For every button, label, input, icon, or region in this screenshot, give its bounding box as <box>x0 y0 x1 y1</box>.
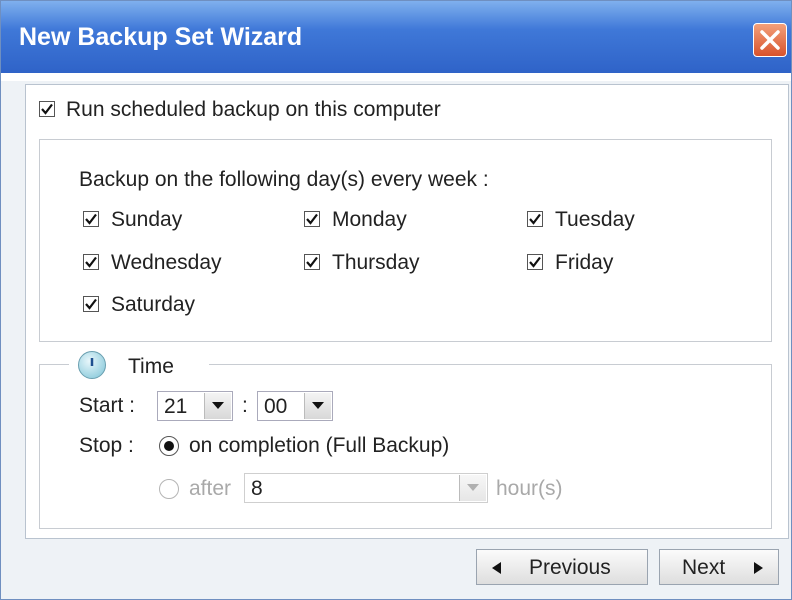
day-monday-checkbox[interactable] <box>304 211 320 227</box>
chevron-down-icon <box>467 484 479 491</box>
previous-button[interactable]: Previous <box>476 549 648 585</box>
day-thursday-label: Thursday <box>332 251 420 274</box>
day-thursday-checkbox[interactable] <box>304 254 320 270</box>
day-wednesday-label: Wednesday <box>111 251 222 274</box>
check-icon <box>529 256 541 268</box>
wizard-window: New Backup Set Wizard Run scheduled back… <box>0 0 792 600</box>
day-monday-label: Monday <box>332 208 407 231</box>
day-saturday-checkbox[interactable] <box>83 296 99 312</box>
chevron-down-icon <box>312 402 324 409</box>
day-tuesday-checkbox[interactable] <box>527 211 543 227</box>
after-hours-select[interactable]: 8 <box>244 473 488 503</box>
clock-hands-icon <box>90 358 94 366</box>
check-icon <box>306 213 318 225</box>
after-hours-dropdown-button[interactable] <box>459 475 486 501</box>
stop-label: Stop : <box>79 434 134 457</box>
start-minute-value: 00 <box>264 395 288 418</box>
stop-after-radio[interactable] <box>159 479 179 499</box>
arrow-left-icon <box>492 562 501 574</box>
check-icon <box>306 256 318 268</box>
start-hour-select[interactable]: 21 <box>157 391 233 421</box>
check-icon <box>41 103 53 115</box>
start-label: Start : <box>79 394 136 417</box>
clock-icon <box>78 351 106 379</box>
start-hour-dropdown-button[interactable] <box>204 393 231 419</box>
hours-unit-label: hour(s) <box>496 477 563 500</box>
run-scheduled-label: Run scheduled backup on this computer <box>66 98 441 121</box>
arrow-right-icon <box>754 562 763 574</box>
time-legend: Time <box>128 355 174 378</box>
stop-on-completion-label: on completion (Full Backup) <box>189 434 450 457</box>
days-heading: Backup on the following day(s) every wee… <box>79 168 489 191</box>
day-tuesday-label: Tuesday <box>555 208 635 231</box>
day-friday-label: Friday <box>555 251 614 274</box>
after-hours-value: 8 <box>251 477 263 500</box>
next-button-label: Next <box>682 556 726 579</box>
check-icon <box>529 213 541 225</box>
day-saturday-label: Saturday <box>111 293 196 316</box>
title-separator <box>1 73 791 81</box>
close-button[interactable] <box>753 23 787 57</box>
day-wednesday-checkbox[interactable] <box>83 254 99 270</box>
check-icon <box>85 213 97 225</box>
day-sunday-checkbox[interactable] <box>83 211 99 227</box>
day-sunday-label: Sunday <box>111 208 183 231</box>
next-button[interactable]: Next <box>659 549 779 585</box>
time-separator: : <box>242 394 248 417</box>
check-icon <box>85 298 97 310</box>
title-bar: New Backup Set Wizard <box>1 1 791 73</box>
window-title: New Backup Set Wizard <box>19 23 303 51</box>
stop-on-completion-radio[interactable] <box>159 436 179 456</box>
check-icon <box>85 256 97 268</box>
start-minute-dropdown-button[interactable] <box>304 393 331 419</box>
run-scheduled-checkbox[interactable] <box>39 101 55 117</box>
chevron-down-icon <box>212 402 224 409</box>
day-friday-checkbox[interactable] <box>527 254 543 270</box>
start-minute-select[interactable]: 00 <box>257 391 333 421</box>
close-icon <box>760 30 780 50</box>
previous-button-label: Previous <box>529 556 611 579</box>
start-hour-value: 21 <box>164 395 188 418</box>
stop-after-label: after <box>189 477 232 500</box>
